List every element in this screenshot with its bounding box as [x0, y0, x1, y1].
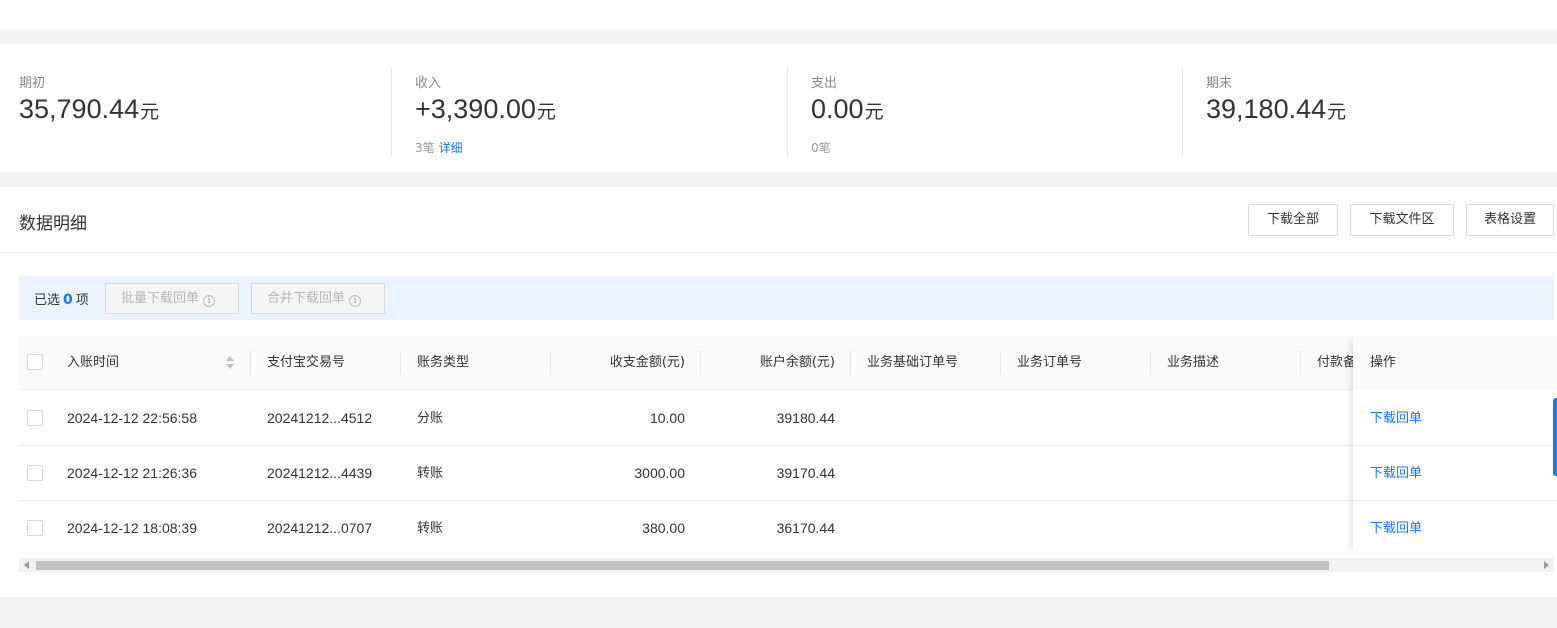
- divider: [787, 68, 788, 156]
- stat-income-label: 收入: [415, 76, 442, 91]
- income-detail-link[interactable]: 详细: [439, 141, 463, 155]
- stat-opening-number: 35,790.44: [19, 94, 140, 124]
- divider: [1000, 351, 1001, 375]
- download-receipt-link[interactable]: 下载回单: [1370, 391, 1422, 446]
- table-settings-button[interactable]: 表格设置: [1466, 204, 1554, 236]
- stat-closing-unit: 元: [1327, 101, 1347, 123]
- stat-expense-label: 支出: [811, 76, 838, 91]
- col-action: 操作: [1370, 355, 1397, 370]
- divider: [0, 252, 1557, 253]
- cell-time: 2024-12-12 18:08:39: [67, 520, 197, 536]
- col-type: 账务类型: [417, 355, 470, 370]
- col-description: 业务描述: [1167, 355, 1220, 370]
- stat-income-number: +3,390.00: [415, 94, 536, 124]
- cell-type: 转账: [417, 466, 444, 481]
- col-time[interactable]: 入账时间: [67, 336, 119, 390]
- col-order: 业务订单号: [1017, 355, 1083, 370]
- selection-bar: 已选 0 项 批量下载回单 i 合并下载回单 i: [19, 276, 1554, 320]
- stat-income-unit: 元: [536, 101, 556, 123]
- info-icon: i: [203, 295, 216, 307]
- stat-expense-value: 0.00元: [811, 94, 884, 125]
- stat-expense-count: 0笔: [811, 141, 831, 155]
- col-payment-note: 付款备: [1317, 355, 1353, 370]
- table-row: 2024-12-12 18:08:39 20241212...0707 转账 3…: [19, 501, 1557, 554]
- col-trade-no: 支付宝交易号: [267, 355, 346, 370]
- cell-trade-no: 20241212...0707: [267, 520, 373, 536]
- cell-time: 2024-12-12 22:56:58: [67, 410, 197, 426]
- stat-income-count: 3笔: [415, 141, 435, 155]
- row-checkbox[interactable]: [27, 465, 43, 481]
- download-area-button[interactable]: 下载文件区: [1350, 204, 1454, 236]
- detail-panel: 数据明细 下载全部 下载文件区 表格设置 已选 0 项 批量下载回单 i 合并下载回单…: [0, 187, 1557, 597]
- top-notice-text: [110, 0, 115, 4]
- cell-trade-no: 20241212...4439: [267, 465, 373, 481]
- scroll-right-icon[interactable]: [1544, 561, 1549, 569]
- cell-balance: 39170.44: [776, 465, 835, 481]
- cell-type: 分账: [417, 411, 444, 426]
- selection-count: 已选 0 项: [34, 289, 89, 308]
- merge-download-button[interactable]: 合并下载回单 i: [251, 283, 385, 314]
- stat-opening-unit: 元: [140, 101, 160, 123]
- divider: [1300, 351, 1301, 375]
- stat-closing-number: 39,180.44: [1206, 94, 1327, 124]
- selection-prefix: 已选: [34, 293, 61, 308]
- row-checkbox[interactable]: [27, 520, 43, 536]
- selection-number: 0: [63, 292, 73, 308]
- merge-download-label: 合并下载回单: [267, 291, 346, 306]
- detail-title: 数据明细: [19, 214, 87, 234]
- table-row: 2024-12-12 21:26:36 20241212...4439 转账 3…: [19, 446, 1557, 501]
- summary-panel: 期初 35,790.44元 收入 +3,390.00元 3笔 详细 支出 0.00…: [0, 44, 1557, 172]
- divider: [1182, 68, 1183, 156]
- divider: [250, 351, 251, 375]
- stat-opening-value: 35,790.44元: [19, 94, 159, 125]
- selection-suffix: 项: [75, 293, 89, 308]
- data-table: 入账时间 支付宝交易号 账务类型 收支金额(元) 账户余额(元) 业务基础订单号…: [19, 336, 1557, 554]
- divider: [391, 68, 392, 156]
- scroll-left-icon[interactable]: [24, 561, 29, 569]
- download-receipt-link[interactable]: 下载回单: [1370, 446, 1422, 501]
- cell-amount: 3000.00: [634, 465, 685, 481]
- batch-download-label: 批量下载回单: [121, 291, 200, 306]
- table-row: 2024-12-12 22:56:58 20241212...4512 分账 1…: [19, 391, 1557, 446]
- divider: [850, 351, 851, 375]
- stat-income-sub: 3笔 详细: [415, 139, 463, 156]
- cell-amount: 380.00: [642, 520, 685, 536]
- stat-income-value: +3,390.00元: [415, 94, 556, 125]
- divider: [400, 351, 401, 375]
- stat-closing-label: 期末: [1206, 76, 1233, 91]
- col-balance: 账户余额(元): [759, 355, 835, 370]
- col-amount: 收支金额(元): [609, 355, 685, 370]
- cell-trade-no: 20241212...4512: [267, 410, 373, 426]
- download-receipt-link[interactable]: 下载回单: [1370, 501, 1422, 554]
- stat-closing-value: 39,180.44元: [1206, 94, 1346, 125]
- stat-expense-number: 0.00: [811, 94, 864, 124]
- sort-icon[interactable]: [225, 356, 235, 370]
- batch-download-button[interactable]: 批量下载回单 i: [105, 283, 239, 314]
- scroll-thumb[interactable]: [36, 561, 1329, 570]
- horizontal-scrollbar[interactable]: [19, 558, 1554, 572]
- col-base-order: 业务基础订单号: [867, 355, 959, 370]
- select-all-checkbox[interactable]: [27, 354, 43, 370]
- row-checkbox[interactable]: [27, 410, 43, 426]
- divider: [1150, 351, 1151, 375]
- stat-expense-unit: 元: [864, 101, 884, 123]
- side-float-tab[interactable]: [1553, 398, 1557, 476]
- cell-time: 2024-12-12 21:26:36: [67, 465, 197, 481]
- cell-balance: 39180.44: [776, 410, 835, 426]
- download-all-button[interactable]: 下载全部: [1248, 204, 1338, 236]
- top-notice: [0, 0, 1557, 30]
- cell-amount: 10.00: [649, 410, 685, 426]
- info-icon: i: [349, 295, 362, 307]
- table-header: 入账时间 支付宝交易号 账务类型 收支金额(元) 账户余额(元) 业务基础订单号…: [19, 336, 1557, 390]
- cell-balance: 36170.44: [776, 520, 835, 536]
- cell-type: 转账: [417, 521, 444, 536]
- stat-opening-label: 期初: [19, 76, 46, 91]
